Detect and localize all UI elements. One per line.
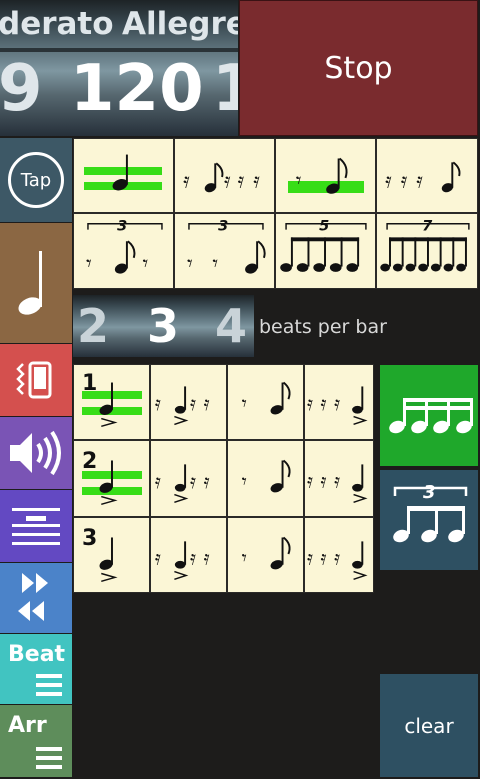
- svg-text:𝄿: 𝄿: [155, 392, 161, 415]
- svg-text:𝄿: 𝄿: [155, 547, 161, 570]
- svg-text:𝄾: 𝄾: [242, 547, 247, 570]
- subdivision-sixteenths-button[interactable]: [380, 365, 478, 466]
- beats-next: 4: [215, 299, 248, 353]
- beats-value: 3: [147, 299, 180, 353]
- svg-text:𝄾: 𝄾: [142, 251, 148, 276]
- svg-text:𝄿: 𝄿: [204, 547, 210, 570]
- svg-text:𝄿: 𝄿: [224, 169, 231, 194]
- rhythm-septuplet[interactable]: 7: [376, 213, 478, 289]
- arr-label: Arr: [8, 713, 47, 738]
- lines-button[interactable]: [0, 490, 72, 562]
- arr-button[interactable]: Arr: [0, 705, 72, 777]
- sixteenth-notes-icon: [389, 398, 473, 434]
- triplet-notes-icon: 3: [393, 482, 468, 543]
- rhythm-sixteenth-mix[interactable]: 𝄿 𝄿 𝄿 𝄿: [174, 138, 275, 213]
- rhythm-eighth-rest-eighth[interactable]: 𝄾: [275, 138, 376, 213]
- beat-cell[interactable]: 𝄿 𝄿 𝄿: [150, 517, 227, 593]
- svg-text:𝄿: 𝄿: [385, 169, 392, 194]
- tap-label: Tap: [20, 169, 52, 191]
- staff-lines-icon: [12, 508, 60, 545]
- sound-button[interactable]: [0, 417, 72, 489]
- tempo-name-next: Allegrett: [122, 6, 238, 42]
- septuplet-number: 7: [422, 218, 433, 235]
- svg-text:𝄿: 𝄿: [204, 470, 210, 493]
- beat-cell[interactable]: 𝄿 𝄿 𝄿: [150, 440, 227, 517]
- svg-text:𝄿: 𝄿: [321, 392, 327, 415]
- beat-cell[interactable]: 𝄾: [227, 364, 304, 440]
- svg-text:𝄾: 𝄾: [86, 251, 92, 276]
- svg-text:𝄿: 𝄿: [321, 470, 327, 493]
- svg-text:𝄿: 𝄿: [183, 169, 190, 194]
- beat-cell[interactable]: 𝄿 𝄿 𝄿: [304, 517, 374, 593]
- svg-text:𝄿: 𝄿: [155, 470, 161, 493]
- svg-text:𝄿: 𝄿: [253, 169, 260, 194]
- triplet-number: 3: [117, 218, 127, 235]
- vibrate-icon: [16, 361, 52, 399]
- svg-text:𝄿: 𝄿: [190, 470, 196, 493]
- rhythm-quintuplet[interactable]: 5: [275, 213, 376, 289]
- svg-text:𝄿: 𝄿: [190, 392, 196, 415]
- svg-text:𝄾: 𝄾: [242, 470, 247, 493]
- svg-text:𝄿: 𝄿: [321, 547, 327, 570]
- rhythm-quarter[interactable]: [73, 138, 174, 213]
- rhythm-triplet-a[interactable]: 3 𝄾 𝄾: [73, 213, 174, 289]
- subdivision-triplets-button[interactable]: 3: [380, 470, 478, 570]
- note-value-button[interactable]: [0, 223, 72, 343]
- beat-cell[interactable]: 𝄿 𝄿 𝄿: [304, 440, 374, 517]
- svg-text:𝄾: 𝄾: [187, 251, 193, 276]
- bpm-prev: 9: [0, 52, 43, 126]
- beat-cell[interactable]: 𝄾: [227, 517, 304, 593]
- quintuplet-number: 5: [319, 218, 329, 235]
- beat-cell[interactable]: 𝄿 𝄿 𝄿: [304, 364, 374, 440]
- beat-cell[interactable]: 1: [73, 364, 150, 440]
- menu-icon: [36, 674, 62, 696]
- speaker-icon: [10, 430, 61, 476]
- beats-prev: 2: [77, 299, 110, 353]
- svg-text:𝄿: 𝄿: [334, 547, 340, 570]
- speed-button[interactable]: [0, 563, 72, 633]
- tempo-picker[interactable]: derato Allegrett 9 120 1: [0, 0, 238, 136]
- rhythm-triplet-b[interactable]: 3 𝄾 𝄾: [174, 213, 275, 289]
- svg-text:𝄾: 𝄾: [212, 251, 218, 276]
- beat-cell[interactable]: 2: [73, 440, 150, 517]
- quarter-note-icon: [18, 251, 42, 315]
- tap-button[interactable]: Tap: [0, 138, 72, 222]
- beat-cell[interactable]: 𝄾: [227, 440, 304, 517]
- stop-label: Stop: [324, 50, 393, 86]
- svg-text:𝄾: 𝄾: [242, 392, 247, 415]
- bpm-value: 120: [70, 52, 204, 126]
- bpm-next: 1: [212, 52, 238, 126]
- beats-picker[interactable]: 2 3 4: [73, 295, 254, 357]
- menu-icon: [36, 747, 62, 769]
- svg-text:𝄿: 𝄿: [190, 547, 196, 570]
- beat-label: Beat: [8, 642, 66, 667]
- svg-text:𝄿: 𝄿: [401, 169, 408, 194]
- svg-text:𝄿: 𝄿: [204, 392, 210, 415]
- svg-text:𝄿: 𝄿: [334, 470, 340, 493]
- stop-button[interactable]: Stop: [239, 0, 478, 136]
- clear-label: clear: [404, 713, 454, 738]
- svg-text:𝄿: 𝄿: [307, 547, 313, 570]
- clear-button[interactable]: clear: [380, 674, 478, 777]
- vibrate-button[interactable]: [0, 344, 72, 416]
- beat-button[interactable]: Beat: [0, 634, 72, 704]
- beat-cell[interactable]: 𝄿 𝄿 𝄿: [150, 364, 227, 440]
- svg-text:𝄿: 𝄿: [307, 470, 313, 493]
- rhythm-sixteenth-last[interactable]: 𝄿 𝄿 𝄿: [376, 138, 478, 213]
- fast-forward-rewind-icon: [18, 573, 48, 621]
- svg-text:𝄾: 𝄾: [296, 169, 302, 194]
- svg-text:𝄿: 𝄿: [307, 392, 313, 415]
- svg-text:𝄿: 𝄿: [416, 169, 423, 194]
- svg-text:𝄿: 𝄿: [334, 392, 340, 415]
- beat-cell[interactable]: 3: [73, 517, 150, 593]
- svg-text:𝄿: 𝄿: [238, 169, 245, 194]
- tempo-name-prev: derato: [0, 6, 114, 42]
- triplet-number: 3: [218, 218, 228, 235]
- triplet-number: 3: [423, 482, 436, 503]
- beats-per-bar-label: beats per bar: [259, 316, 387, 338]
